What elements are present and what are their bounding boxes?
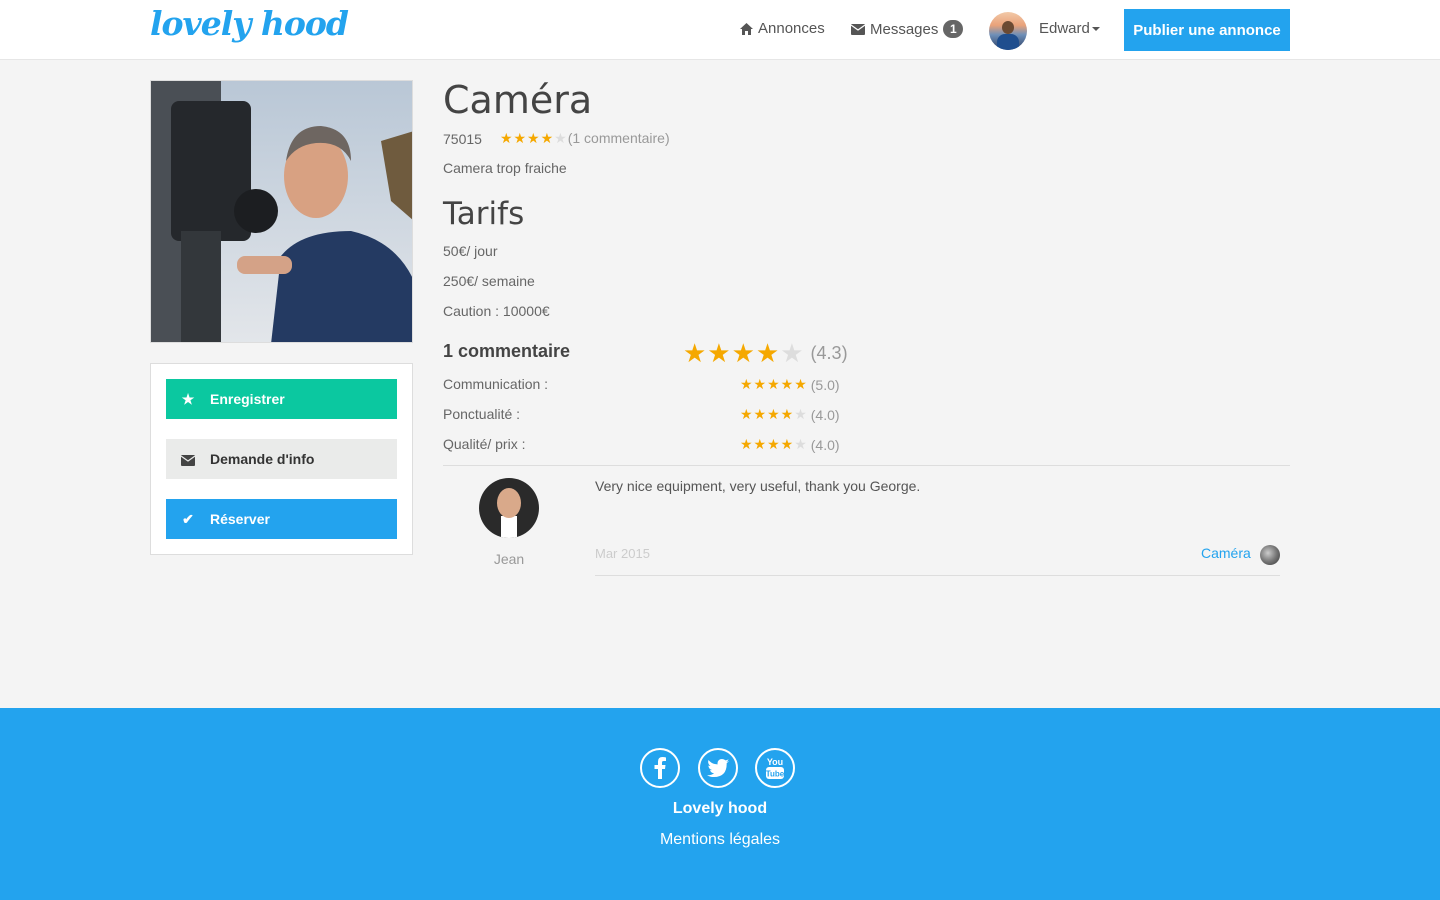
info-request-label: Demande d'info: [210, 451, 315, 467]
criterion-stars: ★★★★★: [740, 406, 808, 422]
criterion-stars: ★★★★★: [740, 376, 808, 392]
listing-postcode: 75015: [443, 130, 482, 147]
deposit: Caution : 10000€: [443, 303, 550, 319]
overall-rating: ★★★★★ (4.3): [683, 338, 848, 369]
footer: You Tube Lovely hood Mentions légales: [0, 708, 1440, 900]
divider: [595, 575, 1280, 576]
reviewer-name[interactable]: Jean: [479, 551, 539, 567]
top-navbar: lovely hood Annonces Messages 1 Edward P…: [0, 0, 1440, 60]
star-icon: ★: [181, 390, 195, 407]
legal-link[interactable]: Mentions légales: [0, 831, 1440, 849]
listing-title: Caméra: [443, 78, 593, 122]
divider: [443, 465, 1290, 466]
reviews-heading: 1 commentaire: [443, 341, 571, 361]
facebook-icon[interactable]: [640, 748, 680, 788]
info-request-button[interactable]: Demande d'info: [166, 439, 397, 479]
save-button[interactable]: ★ Enregistrer: [166, 379, 397, 419]
review-item-link[interactable]: Caméra: [1201, 545, 1251, 561]
criterion-rating: ★★★★★ (4.0): [740, 436, 840, 453]
review-text: Very nice equipment, very useful, thank …: [595, 478, 921, 494]
listing-photo: [150, 80, 413, 343]
criterion-label: Ponctualité :: [443, 406, 521, 422]
price-week: 250€/ semaine: [443, 273, 535, 289]
nav-messages-label: Messages: [870, 20, 939, 38]
criterion-score: (4.0): [810, 436, 840, 453]
envelope-icon: [851, 23, 865, 35]
criterion-score: (4.0): [810, 406, 840, 423]
overall-score: (4.3): [810, 343, 848, 363]
check-icon: ✔: [182, 510, 194, 527]
actions-panel: ★ Enregistrer Demande d'info ✔ Réserver: [150, 363, 413, 555]
logo[interactable]: lovely hood: [150, 4, 349, 43]
criterion-stars: ★★★★★: [740, 436, 808, 452]
criterion-label: Qualité/ prix :: [443, 436, 526, 452]
listing-meta: 75015 ★★★★★(1 commentaire): [443, 130, 670, 147]
price-day: 50€/ jour: [443, 243, 498, 259]
nav-annonces-label: Annonces: [758, 20, 825, 37]
criterion-score: (5.0): [810, 376, 840, 393]
user-name: Edward: [1039, 20, 1090, 37]
nav-annonces[interactable]: Annonces: [740, 20, 825, 37]
youtube-icon[interactable]: You Tube: [755, 748, 795, 788]
nav-messages[interactable]: Messages 1: [851, 20, 964, 38]
criterion-rating: ★★★★★ (4.0): [740, 406, 840, 423]
home-icon: [740, 22, 753, 35]
listing-description: Camera trop fraiche: [443, 160, 567, 176]
svg-text:Tube: Tube: [766, 770, 785, 779]
tarifs-heading: Tarifs: [443, 196, 525, 232]
twitter-icon[interactable]: [698, 748, 738, 788]
user-avatar[interactable]: [989, 12, 1027, 50]
book-button[interactable]: ✔ Réserver: [166, 499, 397, 539]
review-item-thumbnail[interactable]: [1260, 545, 1280, 565]
caret-down-icon: [1091, 27, 1100, 32]
footer-brand: Lovely hood: [672, 800, 768, 817]
reviewer-avatar[interactable]: [479, 478, 539, 538]
user-menu[interactable]: Edward: [1039, 20, 1100, 37]
comments-link[interactable]: (1 commentaire): [568, 130, 670, 146]
svg-text:You: You: [767, 757, 783, 767]
listing-rating-stars: ★★★★★: [499, 130, 568, 146]
review-date: Mar 2015: [595, 546, 650, 561]
criterion-label: Communication :: [443, 376, 549, 392]
save-button-label: Enregistrer: [210, 391, 285, 407]
book-button-label: Réserver: [210, 511, 270, 527]
overall-stars: ★★★★★: [683, 338, 805, 368]
envelope-icon: [166, 451, 210, 467]
messages-badge: 1: [943, 20, 964, 38]
publish-button[interactable]: Publier une annonce: [1124, 9, 1290, 51]
criterion-rating: ★★★★★ (5.0): [740, 376, 840, 393]
